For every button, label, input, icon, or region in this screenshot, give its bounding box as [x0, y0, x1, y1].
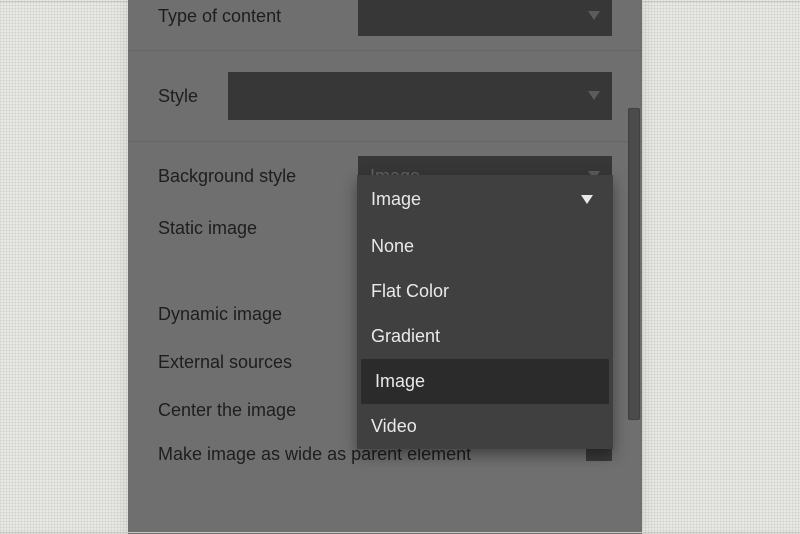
- option-video[interactable]: Video: [357, 404, 613, 449]
- background-style-popup: Image None Flat Color Gradient Image Vid…: [357, 175, 613, 449]
- option-none[interactable]: None: [357, 224, 613, 269]
- popup-header[interactable]: Image: [357, 175, 613, 224]
- popup-selected-value: Image: [371, 189, 581, 210]
- option-image[interactable]: Image: [361, 359, 609, 404]
- option-flat-color[interactable]: Flat Color: [357, 269, 613, 314]
- option-gradient[interactable]: Gradient: [357, 314, 613, 359]
- chevron-down-icon: [581, 195, 593, 205]
